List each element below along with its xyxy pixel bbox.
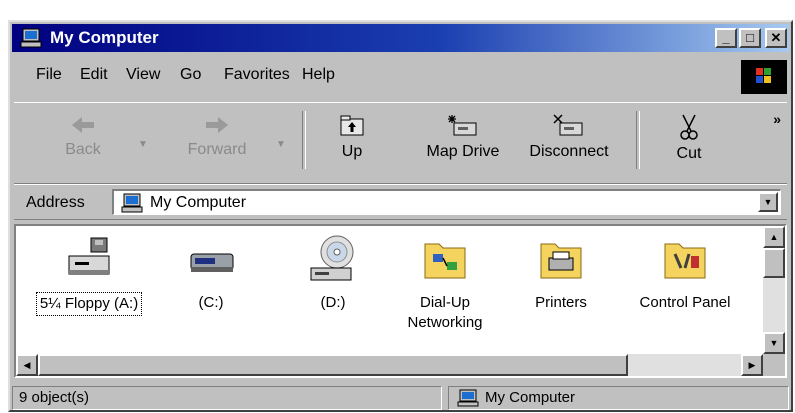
toolbar-more-chevron-icon[interactable]: » — [773, 111, 781, 127]
status-location: My Computer — [448, 386, 789, 410]
list-item-d-drive[interactable]: (D:) — [268, 234, 398, 314]
minimize-button[interactable]: _ — [715, 28, 737, 48]
menu-help[interactable]: Help — [302, 66, 335, 84]
scroll-down-button[interactable]: ▼ — [763, 332, 785, 354]
file-view: 5¼ Floppy (A:) (C:) (D:) Dial-Up Network… — [14, 224, 787, 378]
up-folder-icon — [340, 115, 364, 136]
floppy-drive-icon — [68, 237, 110, 275]
menu-go[interactable]: Go — [180, 66, 201, 84]
up-label: Up — [341, 143, 363, 160]
back-button[interactable]: Back — [48, 113, 118, 159]
disconnect-button[interactable]: Disconnect — [514, 113, 624, 161]
address-field[interactable]: My Computer ▼ — [112, 189, 781, 215]
status-location-label: My Computer — [485, 389, 576, 406]
scroll-right-button[interactable]: ▶ — [741, 354, 763, 376]
address-value: My Computer — [150, 194, 247, 211]
my-computer-icon — [20, 28, 42, 48]
back-arrow-icon — [72, 117, 94, 133]
list-item-control-panel[interactable]: Control Panel — [620, 234, 750, 314]
address-bar: Address My Computer ▼ — [14, 184, 787, 220]
status-object-count: 9 object(s) — [12, 386, 442, 410]
my-computer-icon — [457, 389, 479, 407]
address-dropdown-button[interactable]: ▼ — [758, 192, 778, 212]
my-computer-icon — [121, 193, 143, 213]
c-drive-label: (C:) — [198, 294, 224, 311]
cd-drive-icon — [310, 235, 354, 281]
floppy-label: 5¼ Floppy (A:) — [35, 292, 143, 316]
menu-view[interactable]: View — [126, 66, 160, 84]
menu-favorites[interactable]: Favorites — [224, 66, 290, 84]
up-button[interactable]: Up — [324, 113, 380, 161]
vertical-scrollbar[interactable]: ▲ ▼ — [763, 226, 785, 354]
close-button[interactable]: ✕ — [765, 28, 787, 48]
scroll-left-button[interactable]: ◀ — [16, 354, 38, 376]
disconnect-label: Disconnect — [529, 143, 609, 160]
printers-label: Printers — [535, 294, 587, 311]
forward-arrow-icon — [206, 117, 228, 133]
list-item-floppy[interactable]: 5¼ Floppy (A:) — [24, 234, 154, 316]
horizontal-scrollbar[interactable]: ◀ ▶ — [16, 354, 763, 376]
cut-label: Cut — [676, 145, 702, 162]
forward-label: Forward — [187, 141, 247, 158]
toolbar-separator — [302, 111, 306, 169]
scissors-icon — [680, 114, 698, 140]
toolbar-separator — [636, 111, 640, 169]
vertical-scroll-thumb[interactable] — [763, 248, 785, 278]
printers-folder-icon — [540, 243, 582, 279]
cut-button[interactable]: Cut — [664, 113, 714, 163]
menu-file[interactable]: File — [36, 66, 62, 84]
back-dropdown-icon[interactable]: ▼ — [138, 139, 148, 150]
list-item-dialup[interactable]: Dial-Up Networking — [380, 234, 510, 334]
map-drive-button[interactable]: Map Drive — [414, 113, 512, 161]
status-bar: 9 object(s) My Computer — [12, 384, 789, 410]
dialup-folder-icon — [424, 243, 466, 279]
title-bar[interactable]: My Computer _ □ ✕ — [12, 24, 789, 52]
address-label: Address — [26, 194, 85, 211]
d-drive-label: (D:) — [320, 294, 346, 311]
horizontal-scroll-thumb[interactable] — [38, 354, 628, 376]
forward-button[interactable]: Forward — [174, 113, 260, 159]
maximize-button[interactable]: □ — [739, 28, 761, 48]
disconnect-drive-icon — [553, 114, 583, 136]
control-panel-folder-icon — [664, 243, 706, 279]
hard-drive-icon — [190, 253, 234, 272]
dialup-label: Dial-Up Networking — [407, 294, 483, 331]
forward-dropdown-icon[interactable]: ▼ — [276, 139, 286, 150]
window-title: My Computer — [50, 28, 159, 47]
scroll-up-button[interactable]: ▲ — [763, 226, 785, 248]
menu-edit[interactable]: Edit — [80, 66, 108, 84]
scrollbar-corner — [763, 354, 785, 376]
my-computer-window: My Computer _ □ ✕ File Edit View Go Favo… — [8, 20, 793, 412]
map-drive-icon — [448, 115, 477, 136]
map-drive-label: Map Drive — [426, 143, 500, 160]
control-panel-label: Control Panel — [639, 294, 731, 311]
list-item-printers[interactable]: Printers — [496, 234, 626, 314]
back-label: Back — [65, 141, 101, 158]
list-item-c-drive[interactable]: (C:) — [146, 234, 276, 314]
menu-bar: File Edit View Go Favorites Help — [14, 56, 787, 94]
toolbar: Back ▼ Forward ▼ Up Map Drive Disconnect… — [14, 102, 787, 184]
windows-logo-icon — [741, 60, 787, 94]
